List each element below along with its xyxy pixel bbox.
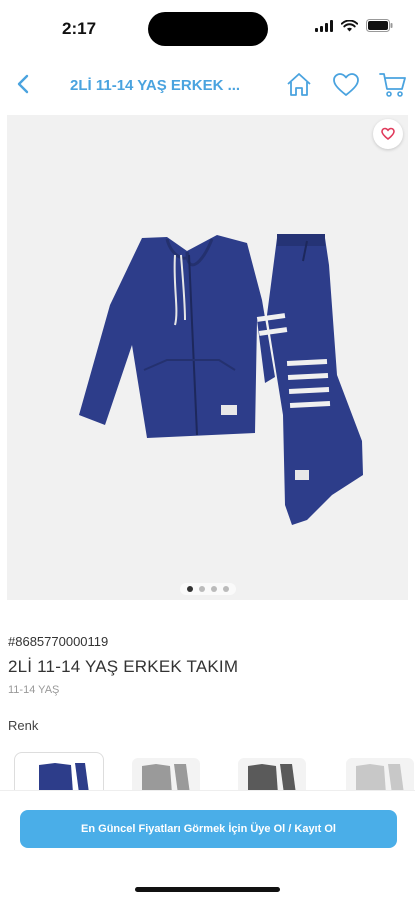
tracksuit-product-image [79,234,363,525]
battery-icon [366,19,393,32]
pagination-dot[interactable] [211,586,217,592]
favorite-button[interactable] [373,119,403,149]
pagination-dot[interactable] [223,586,229,592]
heart-icon [381,127,395,141]
heart-icon[interactable] [331,70,361,100]
home-icon[interactable] [284,70,314,100]
signup-button[interactable]: En Güncel Fiyatları Görmek İçin Üye Ol /… [20,810,397,848]
product-image-carousel[interactable] [7,115,408,600]
product-size: 11-14 YAŞ [8,684,60,696]
dynamic-island [148,12,268,46]
back-icon[interactable] [10,70,38,98]
product-sku: #8685770000119 [8,634,109,649]
pagination-dot[interactable] [187,586,193,592]
status-time: 2:17 [62,19,97,38]
pagination-dot[interactable] [199,586,205,592]
wifi-icon [341,19,358,31]
nav-bar: 2Lİ 11-14 YAŞ ERKEK ... [0,58,415,112]
product-title: 2Lİ 11-14 YAŞ ERKEK TAKIM [8,657,239,676]
page-title: 2Lİ 11-14 YAŞ ERKEK ... [70,77,241,94]
color-label: Renk [8,718,39,733]
cart-icon[interactable] [378,70,408,100]
signal-icon [315,19,333,32]
carousel-pagination [180,583,236,595]
home-indicator [135,887,280,892]
status-icons [315,19,393,32]
status-bar: 2:17 [0,0,415,54]
